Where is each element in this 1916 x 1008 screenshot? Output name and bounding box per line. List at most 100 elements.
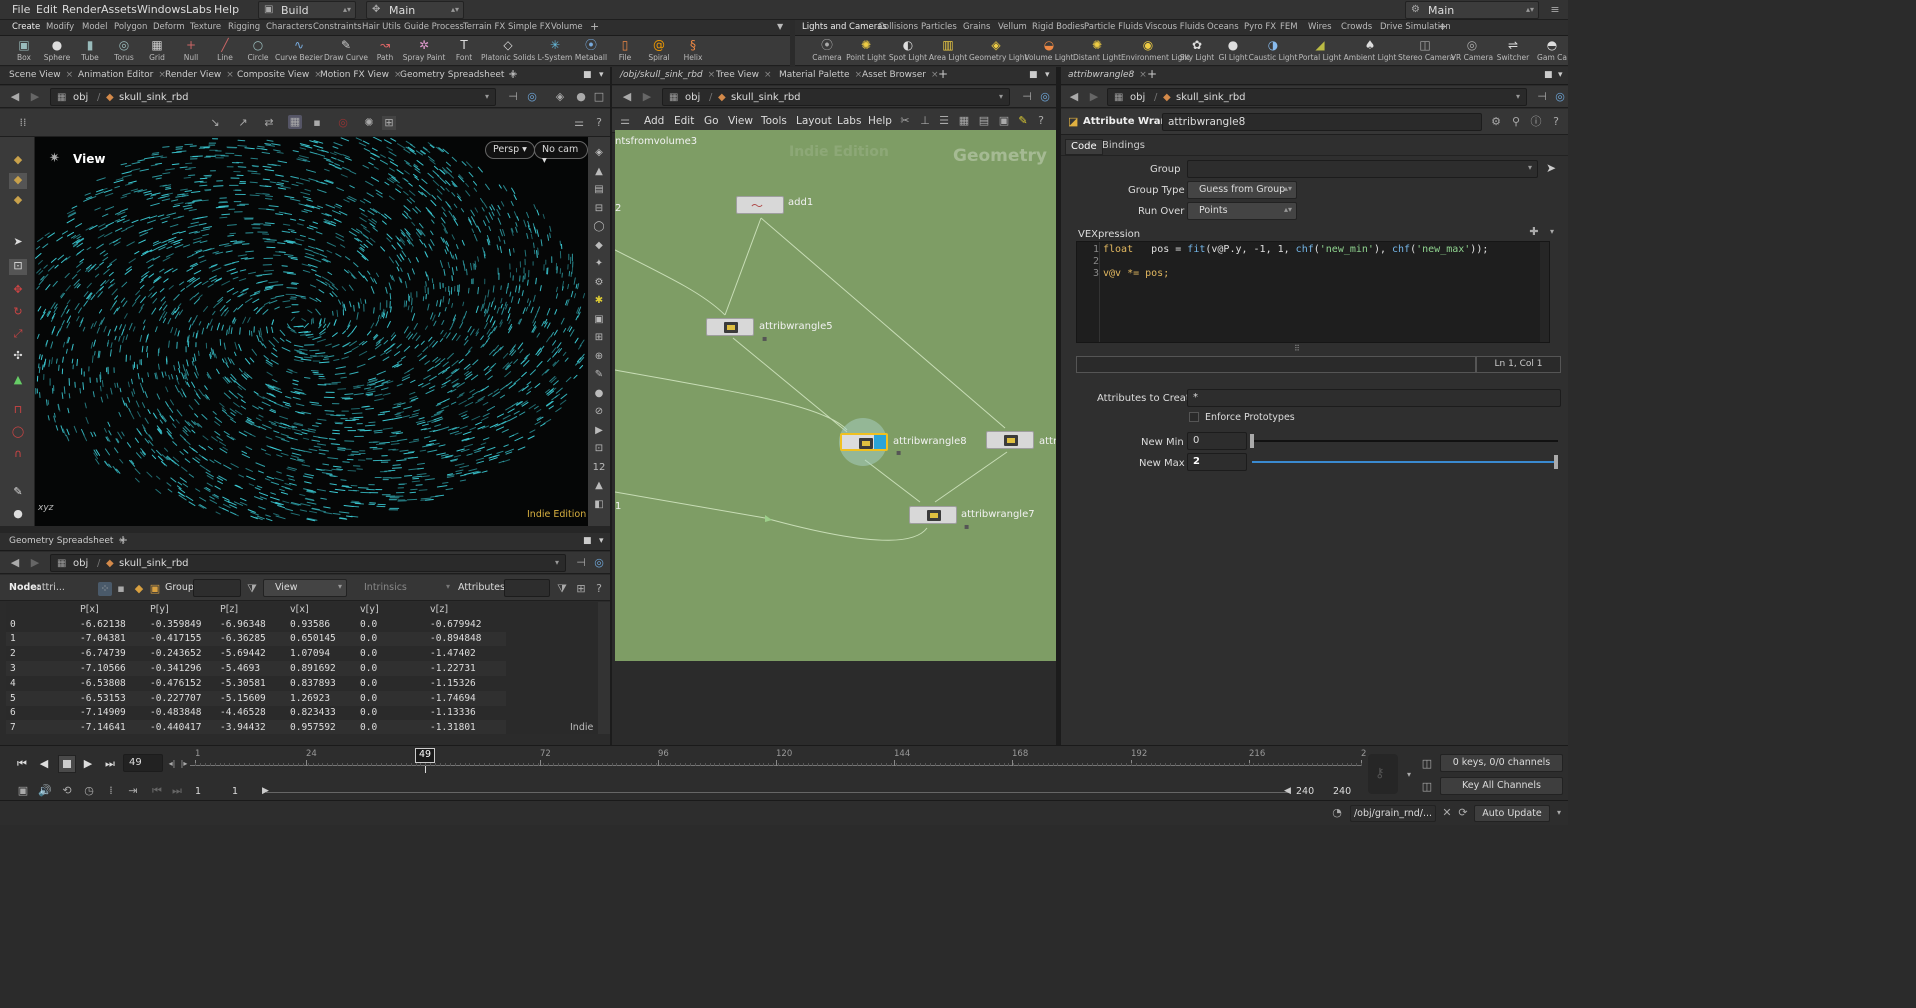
- node-add1[interactable]: 〜: [736, 196, 784, 214]
- options-icon[interactable]: ⚌: [618, 114, 632, 128]
- table-row[interactable]: 2 -6.74739 -0.243652 -5.69442 1.07094 0.0 -1.4…: [6, 646, 506, 662]
- tab-network-path[interactable]: /obj/skull_sink_rbd ×: [620, 70, 715, 80]
- tool-vr-camera[interactable]: ◎ VR Camera: [1451, 37, 1493, 65]
- tool-platonic-solids[interactable]: ◇ Platonic Solids: [481, 37, 535, 65]
- range-slider[interactable]: [266, 792, 1290, 793]
- path-node[interactable]: skull_sink_rbd: [731, 92, 801, 103]
- menu-render[interactable]: Render: [62, 3, 101, 16]
- loop-icon[interactable]: ⟲: [60, 784, 74, 798]
- group-field[interactable]: [193, 579, 241, 597]
- lock-icon[interactable]: ⊡: [9, 259, 27, 275]
- tab-motion-fx-view[interactable]: Motion FX View ×: [320, 70, 401, 80]
- select-tool-icon[interactable]: ➤: [9, 235, 27, 251]
- add-tab-icon[interactable]: +: [938, 67, 948, 81]
- tool-caustic-light[interactable]: ◑ Caustic Light: [1249, 37, 1298, 65]
- tool-spray-paint[interactable]: ✲ Spray Paint: [403, 37, 446, 65]
- menu-assets[interactable]: Assets: [101, 3, 137, 16]
- shelf-tab-crowds[interactable]: Crowds: [1341, 22, 1372, 32]
- shelf-tab-characters[interactable]: Characters: [266, 22, 312, 32]
- spreadsheet-scrollbar[interactable]: [598, 602, 610, 734]
- chevron-down-icon[interactable]: ▼: [777, 22, 783, 31]
- maximize-icon[interactable]: ■: [1029, 70, 1038, 80]
- maximize-icon[interactable]: ■: [583, 70, 592, 80]
- network-path-field[interactable]: ▦ obj / ◆ skull_sink_rbd ▾: [662, 88, 1010, 106]
- run-over-dropdown[interactable]: Points ▴▾: [1187, 202, 1297, 220]
- move-tool-icon[interactable]: ✥: [9, 283, 27, 299]
- code-scrollbar[interactable]: [1540, 242, 1549, 342]
- filter-icon[interactable]: ⧩: [245, 582, 259, 596]
- shelf-tab-modify[interactable]: Modify: [46, 22, 74, 32]
- shelf-tab-oceans[interactable]: Oceans: [1207, 22, 1239, 32]
- link-icon[interactable]: ◎: [1553, 90, 1567, 104]
- detail-mode-icon[interactable]: ▣: [148, 582, 162, 596]
- range-start-playback[interactable]: 1: [232, 786, 238, 797]
- column-header[interactable]: P[z]: [216, 602, 286, 617]
- select-arrow-icon[interactable]: ➤: [1546, 161, 1556, 175]
- display-icon[interactable]: ◈: [553, 90, 567, 104]
- shelf-tab-collisions[interactable]: Collisions: [878, 22, 918, 32]
- tool-distant-light[interactable]: ✺ Distant Light: [1073, 37, 1121, 65]
- shelf-tab-terrain-fx[interactable]: Terrain FX: [463, 22, 505, 32]
- channel-icon[interactable]: ◫: [1420, 757, 1434, 771]
- add-tab-icon[interactable]: +: [1147, 67, 1157, 81]
- rotate-tool-icon[interactable]: ↻: [9, 305, 27, 321]
- shelf-tab-particle-fluids[interactable]: Particle Fluids: [1084, 22, 1143, 32]
- help-icon[interactable]: ?: [592, 116, 606, 130]
- help-icon[interactable]: ?: [1549, 115, 1563, 129]
- tab-params[interactable]: attribwrangle8 ×: [1068, 70, 1147, 80]
- path-node[interactable]: skull_sink_rbd: [119, 92, 189, 103]
- display-option-icon[interactable]: ✦: [591, 258, 607, 274]
- add-shelf-tab-icon[interactable]: +: [590, 20, 599, 33]
- playhead-marker[interactable]: 49: [415, 748, 435, 763]
- attributes-field[interactable]: [504, 579, 550, 597]
- tab-geometry-spreadsheet[interactable]: Geometry Spreadsheet ×: [9, 536, 126, 546]
- chevron-down-icon[interactable]: ▾: [1545, 225, 1559, 239]
- path-node[interactable]: skull_sink_rbd: [119, 558, 189, 569]
- shelf-tab-lights-cameras[interactable]: Lights and Cameras: [802, 22, 887, 32]
- pane-splitter[interactable]: [0, 526, 610, 533]
- path-obj[interactable]: obj: [685, 92, 700, 103]
- display-option-icon[interactable]: 12: [591, 462, 607, 478]
- network-menu-labs[interactable]: Labs: [837, 115, 861, 127]
- auto-update-button[interactable]: Auto Update: [1474, 805, 1550, 822]
- tool-curve-bezier[interactable]: ∿ Curve Bezier: [275, 37, 323, 65]
- display-option-icon[interactable]: ▶: [591, 425, 607, 441]
- tab-scene-view[interactable]: Scene View ×: [9, 70, 73, 80]
- display-option-icon[interactable]: ⊘: [591, 406, 607, 422]
- menu-icon[interactable]: ≡: [1548, 3, 1562, 17]
- pose-tool-icon[interactable]: ◆: [9, 193, 27, 209]
- display-option-icon[interactable]: ✱: [591, 295, 607, 311]
- help-icon[interactable]: ?: [1034, 114, 1048, 128]
- column-header[interactable]: P[x]: [76, 602, 146, 617]
- view-dropdown[interactable]: View ▾: [263, 579, 347, 597]
- shelf-tab-fem[interactable]: FEM: [1280, 22, 1298, 32]
- shelf-tab-guide-process[interactable]: Guide Process: [404, 22, 464, 32]
- first-frame-icon[interactable]: ⏮: [15, 757, 29, 771]
- desktop-dropdown[interactable]: ▣ Build ▴▾: [258, 1, 356, 19]
- grid-view-icon[interactable]: ▤: [977, 114, 991, 128]
- shelf-tab-particles[interactable]: Particles: [921, 22, 957, 32]
- camera-button[interactable]: No cam ▾: [534, 141, 588, 166]
- forward-arrow-icon[interactable]: ▶: [1087, 90, 1101, 104]
- display-option-icon[interactable]: ▣: [591, 314, 607, 330]
- chevron-down-icon[interactable]: ▾: [1045, 70, 1050, 80]
- display-option-icon[interactable]: ◧: [591, 499, 607, 515]
- lasso-icon[interactable]: ◯: [9, 425, 27, 441]
- menu-edit[interactable]: Edit: [36, 3, 57, 16]
- tab-geometry-spreadsheet[interactable]: Geometry Spreadsheet ×: [400, 70, 517, 80]
- node-attr[interactable]: [986, 431, 1034, 449]
- display-options-icon[interactable]: ⊞: [382, 116, 396, 130]
- shelf-tab-polygon[interactable]: Polygon: [114, 22, 147, 32]
- tool-font[interactable]: T Font: [447, 37, 481, 65]
- stop-button[interactable]: [58, 755, 76, 773]
- play-icon[interactable]: ▶: [81, 757, 95, 771]
- node-attribwrangle8[interactable]: [840, 433, 888, 451]
- tab-render-view[interactable]: Render View ×: [165, 70, 234, 80]
- first-frame-icon[interactable]: ⏮: [150, 784, 164, 798]
- link-icon[interactable]: ◎: [525, 90, 539, 104]
- table-row[interactable]: 5 -6.53153 -0.227707 -5.15609 1.26923 0.0 -1.7…: [6, 690, 506, 706]
- tab-material-palette[interactable]: Material Palette ×: [779, 70, 862, 80]
- network-menu-go[interactable]: Go: [704, 115, 719, 127]
- shelf-tab-create[interactable]: Create: [12, 22, 40, 32]
- shelf-tab-hair-utils[interactable]: Hair Utils: [362, 22, 401, 32]
